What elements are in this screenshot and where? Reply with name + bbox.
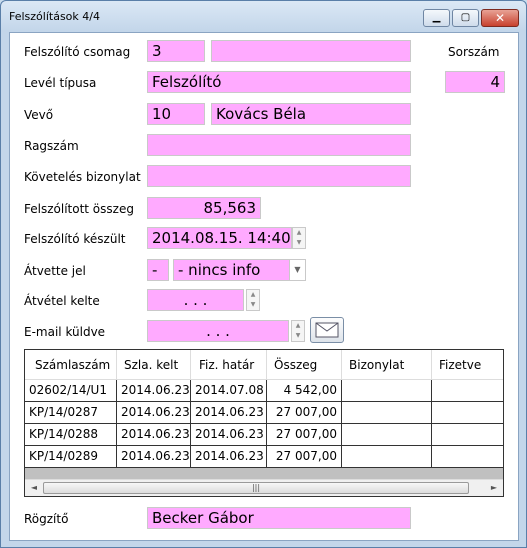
amount-field[interactable]: 85,563: [147, 197, 261, 219]
scroll-left-icon[interactable]: ◄: [27, 482, 41, 494]
email-date-spinner[interactable]: ▲ ▼: [291, 320, 305, 342]
horizontal-scrollbar[interactable]: ◄ ||| ►: [25, 479, 503, 496]
received-code-field[interactable]: -: [147, 259, 169, 281]
package-name-field[interactable]: [211, 40, 411, 62]
cell-due-date: 2014.06.23: [191, 424, 267, 446]
created-spinner[interactable]: ▲ ▼: [292, 227, 306, 249]
cell-amount: 27 007,00: [267, 424, 342, 446]
scroll-right-icon[interactable]: ►: [487, 482, 501, 494]
form-panel: Felszólító csomag 3 Sorszám Levél típusa…: [9, 32, 519, 541]
cell-invoice: KP/14/0289: [25, 446, 117, 468]
cell-invoice-date: 2014.06.23: [117, 380, 191, 402]
received-date-field[interactable]: . . .: [147, 289, 244, 311]
minimize-button[interactable]: ▁: [423, 9, 450, 27]
serial-field[interactable]: 4: [445, 71, 505, 93]
invoice-table[interactable]: Számlaszám Szla. kelt Fiz. határ Összeg …: [24, 349, 504, 497]
cell-paid: [432, 446, 503, 468]
received-label: Átvette jel: [24, 264, 86, 278]
email-label: E-mail küldve: [24, 325, 106, 339]
letter-type-field[interactable]: Felszólító: [147, 71, 411, 93]
package-id-field[interactable]: 3: [147, 40, 205, 62]
table-row[interactable]: KP/14/0289 2014.06.23 2014.06.23 27 007,…: [25, 446, 503, 468]
rag-field[interactable]: [147, 134, 411, 156]
cell-paid: [432, 380, 503, 402]
doc-label: Követelés bizonylat: [24, 170, 141, 184]
recorder-label: Rögzítő: [24, 512, 69, 526]
cell-doc: [342, 446, 432, 468]
window-title: Felszólítások 4/4: [9, 10, 100, 23]
cell-amount: 4 542,00: [267, 380, 342, 402]
chevron-down-icon[interactable]: ▼: [290, 259, 306, 281]
cell-paid: [432, 402, 503, 424]
rag-label: Ragszám: [24, 139, 79, 153]
cell-invoice-date: 2014.06.23: [117, 424, 191, 446]
maximize-button[interactable]: ▢: [452, 9, 479, 27]
received-date-spinner[interactable]: ▲ ▼: [246, 289, 260, 311]
cell-doc: [342, 380, 432, 402]
minimize-icon: ▁: [432, 12, 441, 23]
table-row[interactable]: KP/14/0287 2014.06.23 2014.06.23 27 007,…: [25, 402, 503, 424]
received-date-label: Átvétel kelte: [24, 294, 100, 308]
scroll-thumb[interactable]: |||: [43, 482, 469, 494]
buyer-id-field[interactable]: 10: [147, 103, 205, 125]
table-row[interactable]: 02602/14/U1 2014.06.23 2014.07.08 4 542,…: [25, 380, 503, 402]
cell-invoice: KP/14/0287: [25, 402, 117, 424]
cell-amount: 27 007,00: [267, 446, 342, 468]
cell-doc: [342, 424, 432, 446]
envelope-icon: [315, 322, 339, 338]
buyer-label: Vevő: [24, 108, 54, 122]
cell-invoice: KP/14/0288: [25, 424, 117, 446]
cell-invoice: 02602/14/U1: [25, 380, 117, 402]
cell-due-date: 2014.07.08: [191, 380, 267, 402]
maximize-icon: ▢: [460, 12, 471, 23]
table-header: Számlaszám Szla. kelt Fiz. határ Összeg …: [25, 350, 503, 380]
cell-amount: 27 007,00: [267, 402, 342, 424]
email-date-field[interactable]: . . .: [147, 320, 289, 342]
cell-doc: [342, 402, 432, 424]
col-header-paid[interactable]: Fizetve: [439, 358, 481, 372]
letter-type-label: Levél típusa: [24, 76, 97, 90]
col-header-amount[interactable]: Összeg: [274, 358, 317, 372]
cell-due-date: 2014.06.23: [191, 402, 267, 424]
recorder-field[interactable]: Becker Gábor: [147, 507, 411, 529]
created-field[interactable]: 2014.08.15. 14:40: [147, 227, 292, 249]
app-window: Felszólítások 4/4 ▁ ▢ ✕ Felszólító csoma…: [0, 0, 527, 548]
created-label: Felszólító készült: [24, 232, 126, 246]
table-row[interactable]: KP/14/0288 2014.06.23 2014.06.23 27 007,…: [25, 424, 503, 446]
package-label: Felszólító csomag: [24, 45, 131, 59]
cell-invoice-date: 2014.06.23: [117, 446, 191, 468]
amount-label: Felszólított összeg: [24, 202, 134, 216]
title-bar[interactable]: Felszólítások 4/4 ▁ ▢ ✕: [1, 1, 526, 32]
cell-paid: [432, 424, 503, 446]
col-header-due-date[interactable]: Fiz. határ: [199, 358, 254, 372]
cell-due-date: 2014.06.23: [191, 446, 267, 468]
buyer-name-field[interactable]: Kovács Béla: [211, 103, 411, 125]
doc-field[interactable]: [147, 165, 411, 187]
close-icon: ✕: [494, 11, 506, 25]
serial-label: Sorszám: [448, 45, 500, 59]
send-email-button[interactable]: [310, 317, 344, 343]
col-header-invoice-date[interactable]: Szla. kelt: [124, 358, 178, 372]
close-button[interactable]: ✕: [481, 9, 519, 27]
col-header-invoice[interactable]: Számlaszám: [35, 358, 110, 372]
col-header-doc[interactable]: Bizonylat: [349, 358, 404, 372]
cell-invoice-date: 2014.06.23: [117, 402, 191, 424]
received-select[interactable]: - nincs info: [173, 259, 290, 281]
